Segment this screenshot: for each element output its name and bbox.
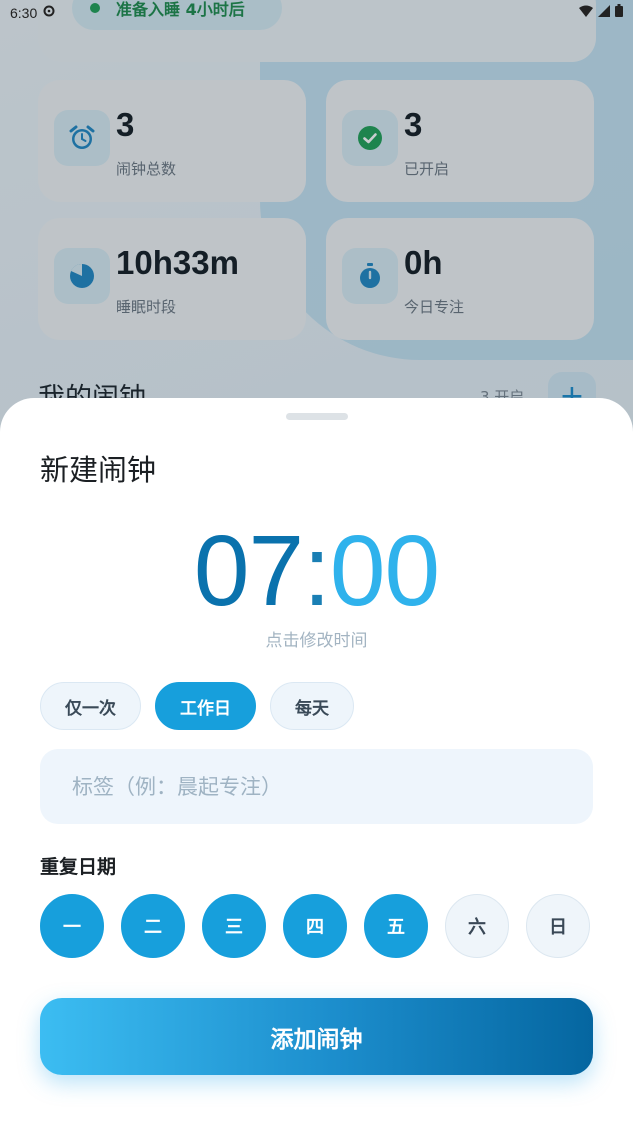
alarm-label-input[interactable] — [40, 749, 593, 824]
signal-icon — [598, 4, 610, 21]
sheet-drag-handle[interactable] — [286, 413, 348, 420]
battery-icon — [615, 4, 623, 21]
day-wednesday-toggle[interactable]: 三 — [202, 894, 266, 958]
time-picker-display[interactable]: 07:00 — [0, 516, 633, 626]
day-friday-toggle[interactable]: 五 — [364, 894, 428, 958]
add-alarm-button[interactable]: 添加闹钟 — [40, 998, 593, 1075]
preset-workdays-button[interactable]: 工作日 — [155, 682, 256, 730]
repeat-days-title: 重复日期 — [40, 856, 117, 878]
time-edit-hint: 点击修改时间 — [265, 631, 368, 651]
day-saturday-toggle[interactable]: 六 — [445, 894, 509, 958]
day-thursday-toggle[interactable]: 四 — [283, 894, 347, 958]
repeat-preset-group: 仅一次 工作日 每天 — [40, 682, 354, 730]
preset-everyday-button[interactable]: 每天 — [270, 682, 354, 730]
weekday-selector: 一 二 三 四 五 六 日 — [40, 894, 590, 958]
settings-gear-icon — [43, 5, 55, 20]
status-time: 6:30 — [10, 4, 38, 21]
sheet-title: 新建闹钟 — [40, 453, 157, 487]
time-separator: : — [303, 515, 331, 627]
wifi-icon — [579, 5, 593, 21]
status-bar: 6:30 — [0, 0, 633, 25]
day-tuesday-toggle[interactable]: 二 — [121, 894, 185, 958]
time-minute[interactable]: 00 — [330, 515, 440, 627]
new-alarm-sheet: 新建闹钟 07:00 点击修改时间 仅一次 工作日 每天 重复日期 一 二 三 … — [0, 398, 633, 1125]
time-hour[interactable]: 07 — [194, 515, 304, 627]
day-sunday-toggle[interactable]: 日 — [526, 894, 590, 958]
preset-once-button[interactable]: 仅一次 — [40, 682, 141, 730]
day-monday-toggle[interactable]: 一 — [40, 894, 104, 958]
